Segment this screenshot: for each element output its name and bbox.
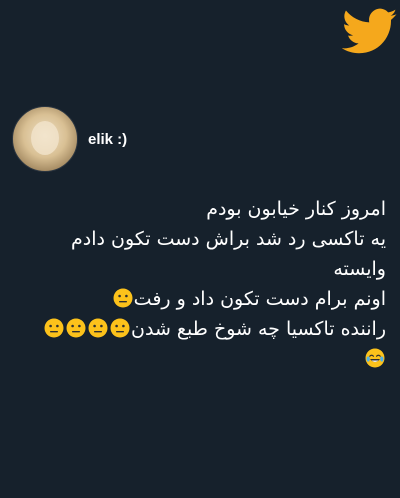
tweet-line-text: اونم برام دست تکون داد و رفت [133, 288, 386, 310]
username[interactable]: elik :) [88, 131, 127, 148]
avatar-face [31, 121, 59, 155]
neutral-face-emoji [113, 288, 133, 308]
avatar[interactable] [12, 106, 78, 172]
tweet-text: امروز کنار خیابون بودم یه تاکسی رد شد بر… [6, 194, 386, 374]
tweet-line-with-emoji: راننده تاکسیا چه شوخ طبع شدن [6, 314, 386, 344]
neutral-face-emoji [110, 318, 130, 338]
neutral-face-emoji [88, 318, 108, 338]
tweet-line-text: راننده تاکسیا چه شوخ طبع شدن [131, 318, 386, 340]
neutral-face-emoji [66, 318, 86, 338]
face-with-tears-of-joy-emoji [365, 348, 385, 368]
tweet-line-with-emoji: اونم برام دست تکون داد و رفت [6, 284, 386, 314]
twitter-bird-icon [342, 8, 398, 54]
tweet-author: elik :) [12, 106, 127, 172]
tweet-line: یه تاکسی رد شد براش دست تکون دادم [71, 228, 386, 250]
tweet-line: وایسته [333, 258, 386, 280]
tweet-line: امروز کنار خیابون بودم [206, 198, 386, 220]
tweet-line-emoji [6, 344, 386, 374]
neutral-face-emoji [44, 318, 64, 338]
